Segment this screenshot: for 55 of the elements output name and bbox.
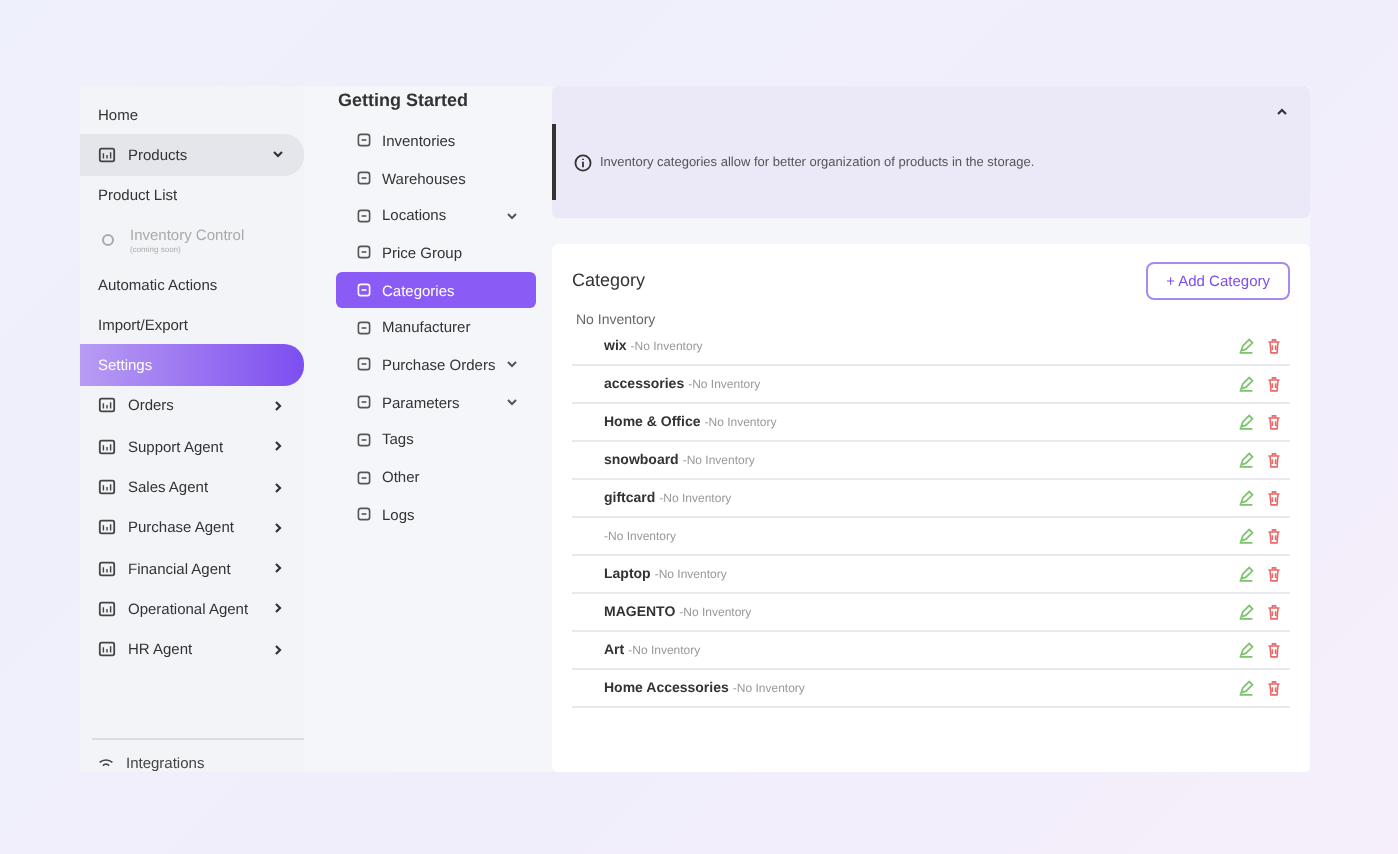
square-icon bbox=[356, 394, 372, 411]
chart-icon bbox=[98, 478, 116, 497]
chart-icon bbox=[98, 518, 116, 537]
square-icon bbox=[356, 244, 372, 261]
chevron-icon bbox=[504, 394, 520, 411]
delete-icon[interactable] bbox=[1266, 604, 1282, 620]
chevron-icon bbox=[270, 479, 286, 496]
edit-icon[interactable] bbox=[1238, 338, 1254, 354]
chevron-icon bbox=[270, 560, 286, 577]
square-icon bbox=[356, 356, 372, 373]
chart-icon bbox=[98, 559, 116, 578]
square-icon bbox=[356, 319, 372, 336]
square-icon bbox=[356, 170, 372, 187]
edit-icon[interactable] bbox=[1238, 680, 1254, 696]
edit-icon[interactable] bbox=[1238, 452, 1254, 468]
chevron-icon bbox=[270, 397, 286, 414]
square-icon bbox=[356, 506, 372, 523]
square-icon bbox=[356, 207, 372, 224]
chevron-icon bbox=[270, 146, 286, 163]
chart-icon bbox=[98, 396, 116, 415]
chart-icon bbox=[98, 145, 116, 164]
square-icon bbox=[356, 469, 372, 486]
edit-icon[interactable] bbox=[1238, 528, 1254, 544]
card-title: Category bbox=[572, 270, 646, 290]
chart-icon bbox=[98, 437, 116, 456]
chevron-icon bbox=[504, 356, 520, 373]
chevron-icon bbox=[270, 519, 286, 536]
edit-icon[interactable] bbox=[1238, 414, 1254, 430]
square-icon bbox=[356, 282, 372, 299]
delete-icon[interactable] bbox=[1266, 338, 1282, 354]
edit-icon[interactable] bbox=[1238, 566, 1254, 582]
square-icon bbox=[356, 431, 372, 448]
info-icon bbox=[574, 153, 592, 171]
edit-icon[interactable] bbox=[1238, 642, 1254, 658]
chevron-icon bbox=[504, 207, 520, 224]
chart-icon bbox=[98, 640, 116, 659]
chart-icon bbox=[98, 599, 116, 618]
chevron-icon bbox=[270, 641, 286, 658]
edit-icon[interactable] bbox=[1238, 604, 1254, 620]
delete-icon[interactable] bbox=[1266, 490, 1282, 506]
delete-icon[interactable] bbox=[1266, 528, 1282, 544]
delete-icon[interactable] bbox=[1266, 566, 1282, 582]
edit-icon[interactable] bbox=[1238, 490, 1254, 506]
chevron-icon bbox=[270, 600, 286, 617]
delete-icon[interactable] bbox=[1266, 414, 1282, 430]
edit-icon[interactable] bbox=[1238, 376, 1254, 392]
section-heading: Getting Started bbox=[336, 90, 471, 110]
square-icon bbox=[356, 132, 372, 149]
chevron-icon bbox=[270, 438, 286, 455]
delete-icon[interactable] bbox=[1266, 376, 1282, 392]
integrations-icon bbox=[98, 756, 114, 772]
delete-icon[interactable] bbox=[1266, 680, 1282, 696]
delete-icon[interactable] bbox=[1266, 642, 1282, 658]
collapse-icon[interactable] bbox=[1274, 104, 1290, 120]
delete-icon[interactable] bbox=[1266, 452, 1282, 468]
